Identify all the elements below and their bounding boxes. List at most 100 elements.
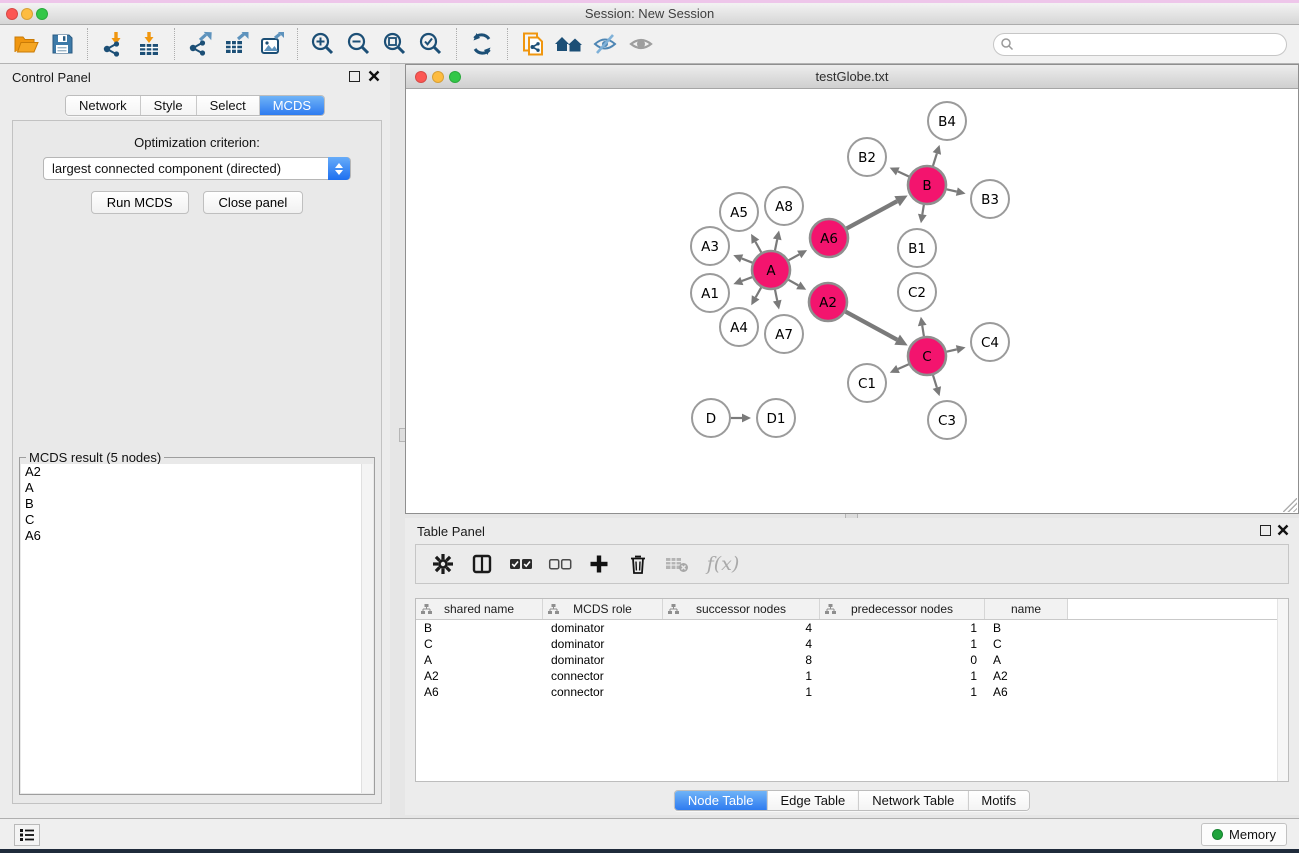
table-cell[interactable]: 1 bbox=[820, 637, 985, 651]
close-panel-button[interactable]: Close panel bbox=[203, 191, 304, 214]
table-cell[interactable]: C bbox=[985, 637, 1068, 651]
table-row[interactable]: Bdominator41B bbox=[416, 620, 1288, 636]
close-panel-icon[interactable] bbox=[368, 70, 380, 82]
show-column-button[interactable] bbox=[467, 549, 497, 579]
table-cell[interactable]: A2 bbox=[985, 669, 1068, 683]
graph-edge[interactable] bbox=[775, 239, 777, 250]
table-cell[interactable]: C bbox=[416, 637, 543, 651]
table-cell[interactable]: A6 bbox=[985, 685, 1068, 699]
tab-network-table[interactable]: Network Table bbox=[858, 791, 967, 810]
graph-edge[interactable] bbox=[742, 258, 753, 262]
graph-edge[interactable] bbox=[742, 277, 752, 281]
save-session-button[interactable] bbox=[44, 27, 80, 61]
close-panel-icon[interactable] bbox=[1277, 524, 1289, 536]
graph-edge[interactable] bbox=[933, 375, 937, 387]
tab-style[interactable]: Style bbox=[140, 96, 196, 115]
network-window-titlebar[interactable]: testGlobe.txt bbox=[406, 65, 1298, 89]
graph-edge[interactable] bbox=[922, 326, 924, 337]
table-cell[interactable]: B bbox=[985, 621, 1068, 635]
node-table[interactable]: shared nameMCDS rolesuccessor nodesprede… bbox=[415, 598, 1289, 782]
table-cell[interactable]: 1 bbox=[663, 685, 820, 699]
graph-edge[interactable] bbox=[922, 205, 924, 215]
mcds-result-item[interactable]: A6 bbox=[21, 528, 361, 544]
table-cell[interactable]: dominator bbox=[543, 653, 663, 667]
network-canvas[interactable]: B4B2BB3B1A5A8A6A3AA1C2A4A7A2C4CC1C3DD1 bbox=[406, 90, 1298, 513]
tab-node-table[interactable]: Node Table bbox=[675, 791, 767, 810]
tab-motifs[interactable]: Motifs bbox=[967, 791, 1029, 810]
graph-edge[interactable] bbox=[898, 171, 909, 176]
table-cell[interactable]: A2 bbox=[416, 669, 543, 683]
float-panel-icon[interactable] bbox=[349, 71, 360, 82]
mcds-result-item[interactable]: A bbox=[21, 480, 361, 496]
table-cell[interactable]: 8 bbox=[663, 653, 820, 667]
table-row[interactable]: Cdominator41C bbox=[416, 636, 1288, 652]
table-cell[interactable]: B bbox=[416, 621, 543, 635]
refresh-button[interactable] bbox=[464, 27, 500, 61]
export-image-button[interactable] bbox=[254, 27, 290, 61]
export-network-button[interactable] bbox=[182, 27, 218, 61]
network-graph[interactable]: B4B2BB3B1A5A8A6A3AA1C2A4A7A2C4CC1C3DD1 bbox=[406, 90, 1298, 514]
open-session-button[interactable] bbox=[8, 27, 44, 61]
table-cell[interactable]: 1 bbox=[820, 685, 985, 699]
show-graphics-button[interactable] bbox=[623, 27, 659, 61]
table-cell[interactable]: 1 bbox=[820, 621, 985, 635]
table-row[interactable]: A6connector11A6 bbox=[416, 684, 1288, 700]
export-table-button[interactable] bbox=[218, 27, 254, 61]
zoom-selected-button[interactable] bbox=[413, 27, 449, 61]
graph-edge[interactable] bbox=[775, 290, 777, 301]
column-header-successor-nodes[interactable]: successor nodes bbox=[663, 599, 820, 619]
result-scrollbar[interactable] bbox=[361, 464, 373, 793]
graph-edge[interactable] bbox=[847, 201, 898, 228]
graph-edge[interactable] bbox=[947, 349, 957, 351]
search-field[interactable] bbox=[993, 33, 1287, 56]
table-cell[interactable]: 1 bbox=[663, 669, 820, 683]
table-cell[interactable]: A bbox=[416, 653, 543, 667]
tab-network[interactable]: Network bbox=[66, 96, 140, 115]
delete-column-button[interactable] bbox=[623, 549, 653, 579]
mcds-result-item[interactable]: C bbox=[21, 512, 361, 528]
table-row[interactable]: A2connector11A2 bbox=[416, 668, 1288, 684]
search-input[interactable] bbox=[1014, 37, 1280, 51]
graph-edge[interactable] bbox=[898, 364, 909, 369]
task-history-button[interactable] bbox=[14, 824, 40, 846]
tab-select[interactable]: Select bbox=[196, 96, 259, 115]
table-cell[interactable]: dominator bbox=[543, 621, 663, 635]
select-all-button[interactable] bbox=[506, 549, 536, 579]
graph-edge[interactable] bbox=[755, 242, 761, 253]
graph-edge[interactable] bbox=[947, 189, 957, 191]
import-network-button[interactable] bbox=[95, 27, 131, 61]
column-header-name[interactable]: name bbox=[985, 599, 1068, 619]
table-cell[interactable]: connector bbox=[543, 685, 663, 699]
graph-edge[interactable] bbox=[846, 312, 898, 340]
create-column-button[interactable] bbox=[584, 549, 614, 579]
table-cell[interactable]: 4 bbox=[663, 637, 820, 651]
zoom-in-button[interactable] bbox=[305, 27, 341, 61]
table-row[interactable]: Adominator80A bbox=[416, 652, 1288, 668]
mcds-result-item[interactable]: A2 bbox=[21, 464, 361, 480]
zoom-fit-button[interactable] bbox=[377, 27, 413, 61]
hide-graphics-button[interactable] bbox=[587, 27, 623, 61]
import-table-button[interactable] bbox=[131, 27, 167, 61]
column-header-predecessor-nodes[interactable]: predecessor nodes bbox=[820, 599, 985, 619]
column-header-mcds-role[interactable]: MCDS role bbox=[543, 599, 663, 619]
duplicate-network-button[interactable] bbox=[515, 27, 551, 61]
criterion-select[interactable]: largest connected component (directed) bbox=[43, 157, 351, 180]
graph-edge[interactable] bbox=[788, 280, 798, 286]
table-cell[interactable]: 4 bbox=[663, 621, 820, 635]
table-cell[interactable]: A bbox=[985, 653, 1068, 667]
graph-edge[interactable] bbox=[756, 287, 762, 297]
graph-edge[interactable] bbox=[789, 254, 800, 260]
deselect-all-button[interactable] bbox=[545, 549, 575, 579]
mcds-result-item[interactable]: B bbox=[21, 496, 361, 512]
window-resize-grip[interactable] bbox=[1283, 498, 1297, 512]
table-scrollbar-gutter[interactable] bbox=[1277, 599, 1288, 781]
delete-table-button[interactable] bbox=[662, 549, 692, 579]
mcds-result-list[interactable]: A2ABCA6 bbox=[21, 464, 361, 793]
table-cell[interactable]: dominator bbox=[543, 637, 663, 651]
run-mcds-button[interactable]: Run MCDS bbox=[91, 191, 189, 214]
table-settings-button[interactable] bbox=[428, 549, 458, 579]
home-view-button[interactable] bbox=[551, 27, 587, 61]
tab-edge-table[interactable]: Edge Table bbox=[766, 791, 858, 810]
float-panel-icon[interactable] bbox=[1260, 525, 1271, 536]
table-cell[interactable]: A6 bbox=[416, 685, 543, 699]
